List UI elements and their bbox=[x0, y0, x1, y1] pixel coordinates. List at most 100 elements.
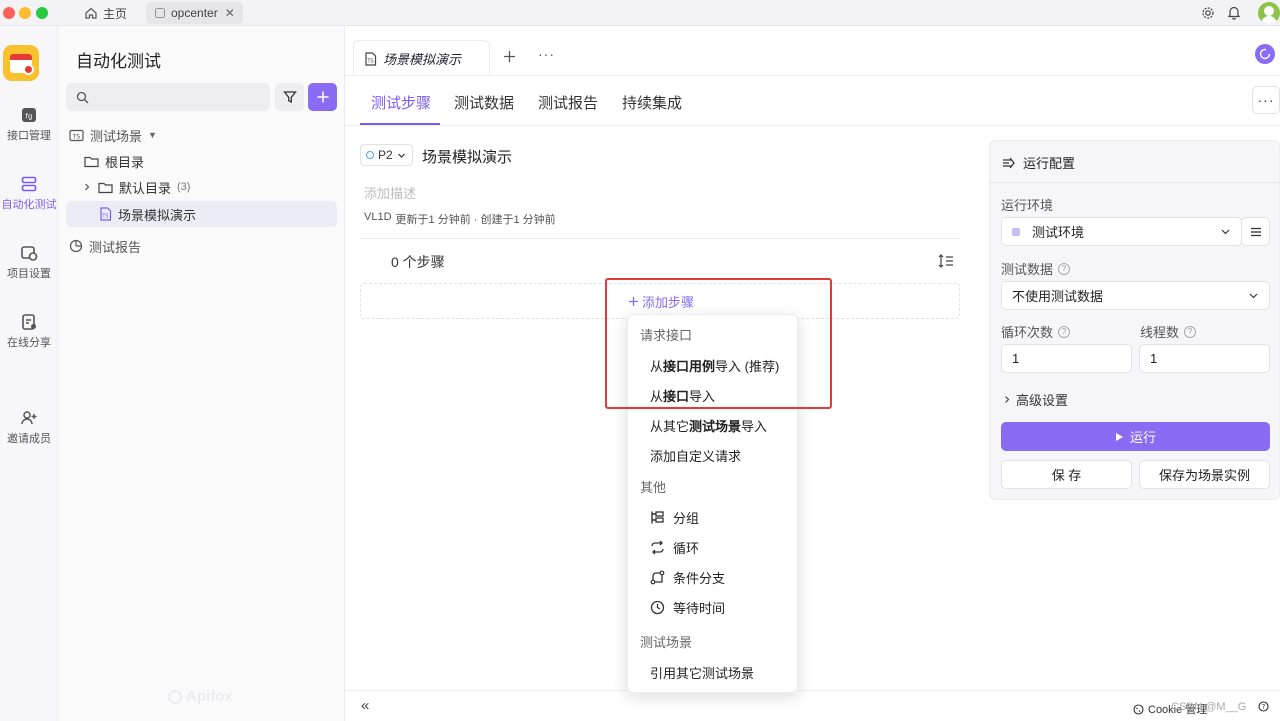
rail-label: 邀请成员 bbox=[7, 433, 51, 445]
test-data-select[interactable]: 不使用测试数据 bbox=[1001, 281, 1270, 310]
tree-item-scene[interactable]: TS 场景模拟演示 bbox=[66, 201, 337, 227]
project-settings-icon bbox=[21, 246, 38, 261]
sort-steps-icon[interactable] bbox=[938, 253, 954, 269]
menu-item-import-from-scene[interactable]: 从其它测试场景导入 bbox=[636, 411, 791, 439]
close-tab-icon[interactable]: ✕ bbox=[225, 6, 235, 20]
env-manage-button[interactable] bbox=[1241, 217, 1270, 246]
left-rail: fg 接口管理 自动化测试 项目设置 在线分享 邀请成员 bbox=[0, 26, 58, 721]
home-tab-label: 主页 bbox=[103, 6, 128, 21]
tab-ci[interactable]: 持续集成 bbox=[622, 92, 682, 113]
page-title: 自动化测试 bbox=[76, 52, 161, 71]
menu-item-label: 从接口导入 bbox=[650, 388, 716, 404]
rail-item-project-settings[interactable]: 项目设置 bbox=[0, 244, 58, 281]
svg-text:fg: fg bbox=[26, 113, 33, 121]
tab-test-report[interactable]: 测试报告 bbox=[538, 92, 598, 113]
help-icon[interactable]: ? bbox=[1184, 325, 1197, 338]
chevron-right-icon bbox=[1005, 396, 1010, 403]
minimize-window-button[interactable] bbox=[19, 7, 31, 19]
tab-more-icon[interactable]: ··· bbox=[538, 46, 555, 62]
run-button[interactable]: 运行 bbox=[1001, 422, 1270, 451]
menu-item-label: 等待时间 bbox=[673, 600, 726, 616]
scenario-folder-icon: TS bbox=[69, 129, 84, 141]
menu-item-label: 从接口用例导入 (推荐) bbox=[650, 358, 780, 374]
run-config-icon bbox=[1003, 157, 1015, 168]
tab-test-data[interactable]: 测试数据 bbox=[454, 92, 514, 113]
tree-item-default-dir[interactable]: 默认目录 (3) bbox=[66, 174, 337, 200]
menu-item-label: 添加自定义请求 bbox=[650, 448, 742, 464]
menu-item-wait[interactable]: 等待时间 bbox=[636, 593, 791, 621]
tree-section-scenarios[interactable]: TS 测试场景 ▼ bbox=[66, 122, 337, 148]
tree-item-root-dir[interactable]: 根目录 bbox=[66, 148, 337, 174]
filter-button[interactable] bbox=[275, 83, 304, 111]
plus-icon bbox=[629, 297, 638, 306]
menu-item-condition[interactable]: 条件分支 bbox=[636, 563, 791, 591]
save-button[interactable]: 保 存 bbox=[1001, 460, 1132, 489]
menu-item-reference-scene[interactable]: 引用其它测试场景 bbox=[636, 658, 791, 686]
priority-select[interactable]: P2 bbox=[360, 144, 413, 166]
sync-button[interactable] bbox=[1255, 44, 1275, 64]
maximize-window-button[interactable] bbox=[36, 7, 48, 19]
rail-item-automation-test[interactable]: 自动化测试 bbox=[0, 175, 58, 212]
project-tab[interactable]: opcenter ✕ bbox=[146, 2, 243, 24]
scene-title[interactable]: 场景模拟演示 bbox=[422, 146, 512, 167]
loop-label-row: 循环次数 ? bbox=[1001, 322, 1071, 341]
settings-gear-icon[interactable] bbox=[1201, 6, 1215, 20]
env-select[interactable]: 测试环境 bbox=[1001, 217, 1242, 246]
menu-item-custom-request[interactable]: 添加自定义请求 bbox=[636, 441, 791, 469]
search-icon bbox=[76, 91, 89, 103]
cookie-icon bbox=[1133, 703, 1144, 715]
scene-meta: VL1D 更新于1 分钟前 · 创建于1 分钟前 bbox=[364, 211, 556, 227]
home-tab[interactable]: 主页 bbox=[76, 2, 135, 24]
data-label-row: 测试数据 ? bbox=[1001, 259, 1071, 278]
search-input[interactable] bbox=[66, 83, 270, 111]
project-tab-label: opcenter bbox=[171, 6, 218, 20]
tree-label: 场景模拟演示 bbox=[118, 207, 197, 223]
branch-icon bbox=[650, 570, 665, 584]
loop-count-input[interactable]: 1 bbox=[1001, 344, 1132, 373]
help-icon[interactable]: ? bbox=[1258, 701, 1269, 712]
thread-count-input[interactable]: 1 bbox=[1139, 344, 1270, 373]
tab-test-steps[interactable]: 测试步骤 bbox=[371, 92, 431, 113]
menu-item-import-from-case[interactable]: 从接口用例导入 (推荐) bbox=[636, 351, 791, 379]
rail-item-online-share[interactable]: 在线分享 bbox=[0, 313, 58, 350]
watermark-logo: Apifox bbox=[168, 688, 233, 705]
sync-icon bbox=[1259, 48, 1271, 60]
menu-item-group[interactable]: 分组 bbox=[636, 503, 791, 531]
doc-tab-scene[interactable]: TS 场景模拟演示 bbox=[353, 40, 490, 76]
app-logo bbox=[3, 45, 39, 81]
loop-icon bbox=[651, 540, 664, 554]
tree-section-reports[interactable]: 测试报告 bbox=[66, 233, 337, 259]
add-step-label: 添加步骤 bbox=[642, 295, 695, 310]
description-input[interactable]: 添加描述 bbox=[364, 183, 416, 202]
save-as-instance-button[interactable]: 保存为场景实例 bbox=[1139, 460, 1270, 489]
menu-section-scene: 测试场景 bbox=[640, 635, 693, 650]
tree-count: (3) bbox=[177, 181, 191, 193]
tree-label: 根目录 bbox=[105, 154, 145, 170]
user-avatar[interactable] bbox=[1258, 2, 1280, 24]
help-icon[interactable]: ? bbox=[1058, 262, 1071, 275]
menu-item-loop[interactable]: 循环 bbox=[636, 533, 791, 561]
caret-down-icon: ▼ bbox=[148, 130, 157, 140]
collapse-sidebar-icon[interactable]: « bbox=[361, 697, 369, 714]
rail-label: 项目设置 bbox=[7, 268, 51, 280]
notification-bell-icon[interactable] bbox=[1227, 5, 1241, 20]
rail-item-invite-member[interactable]: 邀请成员 bbox=[0, 409, 58, 446]
report-pie-icon bbox=[69, 239, 83, 253]
advanced-settings-toggle[interactable]: 高级设置 bbox=[1003, 390, 1068, 409]
advanced-label: 高级设置 bbox=[1016, 393, 1069, 408]
help-icon[interactable]: ? bbox=[1058, 325, 1071, 338]
new-tab-plus-icon[interactable] bbox=[503, 50, 516, 63]
close-window-button[interactable] bbox=[3, 7, 15, 19]
menu-item-import-from-api[interactable]: 从接口导入 bbox=[636, 381, 791, 409]
add-step-button[interactable]: 添加步骤 bbox=[628, 292, 694, 311]
run-button-label: 运行 bbox=[1129, 430, 1156, 445]
thread-label-row: 线程数 ? bbox=[1140, 322, 1197, 341]
more-actions-button[interactable]: ··· bbox=[1252, 86, 1280, 114]
env-color-icon bbox=[1012, 227, 1020, 236]
env-label: 运行环境 bbox=[1001, 198, 1054, 213]
chevron-right-icon[interactable] bbox=[82, 182, 92, 192]
menu-item-label: 引用其它测试场景 bbox=[650, 665, 755, 681]
steps-count: 0 个步骤 bbox=[391, 254, 445, 270]
add-button[interactable] bbox=[308, 83, 337, 111]
rail-item-api-management[interactable]: fg 接口管理 bbox=[0, 106, 58, 143]
